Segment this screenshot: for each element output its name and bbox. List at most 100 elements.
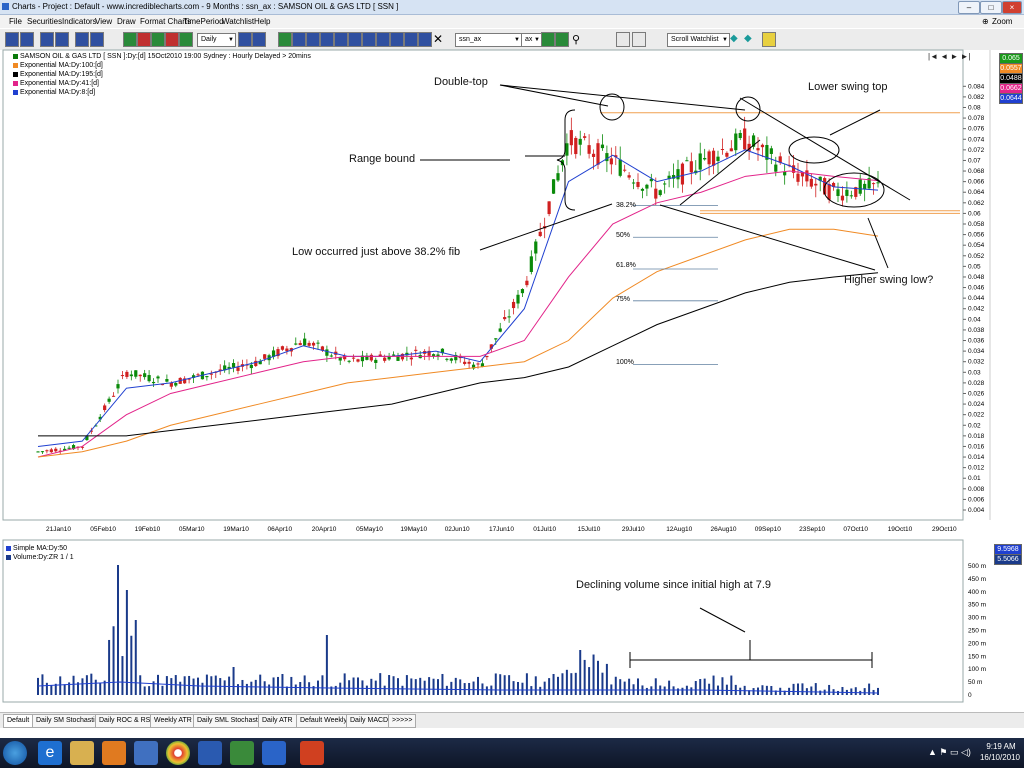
volume-bar	[877, 687, 879, 695]
candle-body	[689, 161, 693, 173]
media-player-icon[interactable]	[102, 741, 126, 765]
volume-bar	[192, 678, 195, 695]
charts-icon[interactable]	[230, 741, 254, 765]
volume-bar	[165, 676, 168, 695]
candle-body	[676, 169, 680, 180]
volume-bar	[59, 676, 62, 695]
candle-body	[800, 172, 805, 177]
candle-body	[303, 338, 307, 346]
candle-body	[45, 450, 49, 452]
candle-body	[280, 346, 285, 350]
tab-daily-roc-rsi[interactable]: Daily ROC & RSI	[95, 714, 157, 728]
candle-body	[654, 188, 658, 199]
powerpoint-icon[interactable]	[300, 741, 324, 765]
clock-date[interactable]: 16/10/2010	[979, 753, 1021, 762]
candle-body	[151, 381, 156, 384]
candle-body	[698, 153, 702, 170]
tab-default-weekly[interactable]: Default Weekly	[296, 714, 351, 728]
candle-body	[805, 170, 809, 182]
x-tick-label: 06Apr10	[268, 526, 293, 533]
x-tick-label: 26Aug10	[711, 526, 737, 533]
candle-body	[196, 374, 200, 376]
candle-body	[329, 355, 333, 357]
candle-body	[845, 189, 849, 196]
ie-icon[interactable]: e	[38, 741, 62, 765]
annotation-higher-swing-low: Higher swing low?	[844, 274, 934, 286]
candle-body	[294, 343, 298, 345]
volume-bar	[241, 679, 244, 695]
x-tick-label: 09Sep10	[755, 526, 781, 533]
app-icon[interactable]	[198, 741, 222, 765]
tab-daily-sm-stochastic[interactable]: Daily SM Stochastic	[32, 714, 103, 728]
candle-body	[387, 356, 391, 360]
paint-icon[interactable]	[262, 741, 286, 765]
document-icon[interactable]	[134, 741, 158, 765]
volume-bar	[339, 682, 342, 695]
volume-bar	[681, 687, 684, 695]
fib-low-arrow	[479, 203, 613, 251]
fib-label-38: 38.2%	[616, 202, 636, 209]
volume-bar	[303, 675, 306, 695]
y-tick-label: 0.062	[968, 200, 985, 207]
y-tick-label: 0.076	[968, 126, 985, 133]
volume-bar	[214, 675, 217, 695]
tab-default[interactable]: Default	[3, 714, 34, 728]
tray-icons[interactable]: ▲ ⚑ ▭ ◁)	[928, 747, 971, 758]
candle-body	[67, 447, 71, 449]
candle-body	[814, 183, 818, 186]
volume-note-arrow	[699, 607, 746, 633]
volume-bar	[668, 680, 671, 695]
candle-body	[129, 374, 133, 377]
y-tick-label: 0.022	[968, 412, 985, 419]
tab-weekly-atr[interactable]: Weekly ATR	[150, 714, 196, 728]
legend-item-ema195: Exponential MA:Dy:195:[d]	[13, 71, 103, 78]
volume-bar	[357, 677, 359, 695]
x-tick-label: 12Aug10	[666, 526, 692, 533]
legend-item-price: SAMSON OIL & GAS LTD [ SSN ]:Dy:[d] 15Oc…	[13, 53, 311, 60]
volume-bar	[348, 680, 351, 695]
volume-bar	[863, 688, 866, 695]
volume-bar	[201, 682, 204, 695]
volume-bar	[841, 686, 844, 695]
volume-bar	[370, 678, 373, 695]
candle-body	[107, 398, 111, 402]
tab-daily-sml-stochastic[interactable]: Daily SML Stochastic	[193, 714, 267, 728]
tab-more[interactable]: >>>>>	[388, 714, 417, 728]
volume-bar	[392, 676, 395, 695]
annotation-low-fib: Low occurred just above 38.2% fib	[292, 246, 461, 258]
candle-body	[587, 145, 591, 154]
fib-label-50: 50%	[616, 232, 631, 239]
explorer-icon[interactable]	[70, 741, 94, 765]
volume-tick-label: 200 m	[968, 640, 986, 647]
volume-bar	[250, 681, 253, 695]
x-tick-label: 07Oct10	[843, 526, 868, 533]
tab-daily-macd[interactable]: Daily MACD	[346, 714, 393, 728]
candle-body	[596, 143, 600, 165]
chart-nav-controls[interactable]: |◄ ◄ ► ►|	[928, 52, 971, 61]
volume-bar	[650, 686, 653, 695]
candle-body	[285, 348, 289, 352]
volume-bar	[437, 679, 439, 695]
candle-body	[680, 163, 685, 185]
y-tick-label: 0.056	[968, 232, 985, 239]
volume-bar	[645, 687, 648, 695]
y-tick-label: 0.084	[968, 83, 985, 90]
chrome-icon[interactable]	[166, 741, 190, 765]
y-tick-label: 0.046	[968, 285, 985, 292]
volume-bar	[574, 672, 577, 695]
candle-body	[103, 405, 107, 411]
uptrend-line	[679, 139, 761, 206]
candle-body	[520, 289, 525, 294]
clock-time[interactable]: 9:19 AM	[983, 742, 1019, 751]
volume-bar	[179, 681, 182, 695]
volume-bar	[308, 682, 311, 695]
candle-body	[143, 373, 147, 378]
volume-bar	[752, 688, 755, 695]
start-button[interactable]	[3, 741, 27, 765]
legend-swatch-icon	[13, 62, 18, 68]
tab-daily-atr[interactable]: Daily ATR	[258, 714, 297, 728]
value-box-volume: 5.5066 m	[994, 554, 1022, 572]
candle-body	[738, 132, 742, 139]
candle-body	[49, 449, 53, 453]
candle-body	[631, 182, 636, 184]
